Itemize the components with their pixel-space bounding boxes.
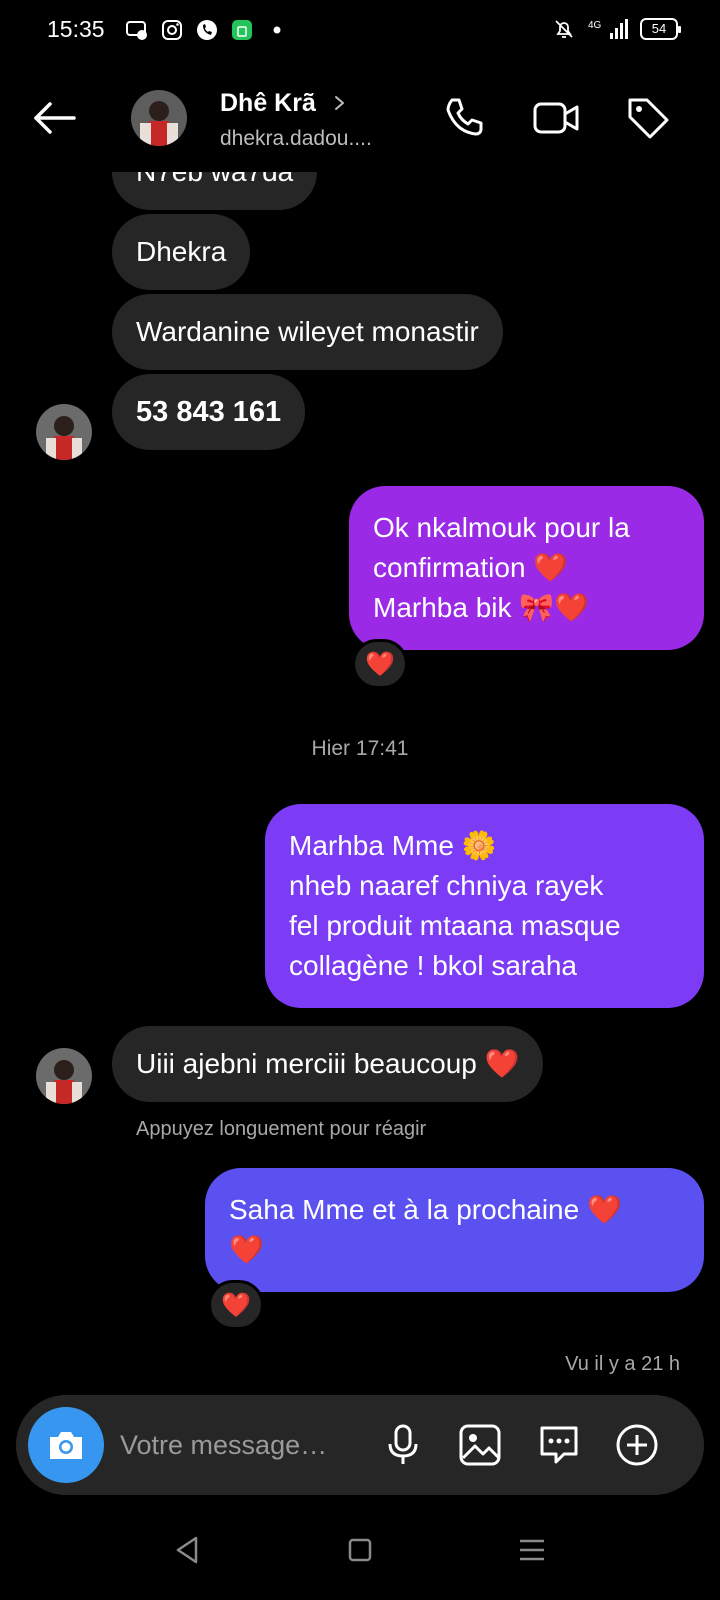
message-incoming-phone-number[interactable]: 53 843 161 xyxy=(112,374,306,450)
contact-name[interactable]: Dhê Krã xyxy=(220,89,316,118)
message-line: fel produit mtaana masque xyxy=(289,910,621,941)
message-input[interactable] xyxy=(120,1425,370,1465)
contact-avatar-small[interactable] xyxy=(36,404,92,460)
heart-reaction-icon: ❤️ xyxy=(365,650,395,678)
message-line: ❤️ xyxy=(229,1234,264,1265)
arrow-left-icon[interactable] xyxy=(30,94,78,142)
message-line: Ok nkalmouk pour la xyxy=(373,512,630,543)
heart-reaction[interactable]: ❤️ xyxy=(352,639,408,689)
heart-reaction-icon: ❤️ xyxy=(221,1291,251,1319)
nav-home-icon[interactable] xyxy=(342,1532,378,1568)
message-outgoing[interactable]: Marhba Mme 🌼 nheb naaref chniya rayek fe… xyxy=(265,804,704,1008)
message-outgoing[interactable]: Saha Mme et à la prochaine ❤️ ❤️ xyxy=(205,1168,704,1292)
video-camera-icon[interactable] xyxy=(532,94,580,142)
message-line: nheb naaref chniya rayek xyxy=(289,870,604,901)
message-incoming[interactable]: Wardanine wileyet monastir xyxy=(112,294,503,370)
image-icon[interactable] xyxy=(457,1422,503,1468)
camera-icon xyxy=(50,1432,82,1459)
nav-back-icon[interactable] xyxy=(170,1532,206,1568)
heart-reaction[interactable]: ❤️ xyxy=(208,1280,264,1330)
reaction-hint: Appuyez longuement pour réagir xyxy=(136,1118,427,1140)
message-thread[interactable]: N7eb wa7da Dhekra Wardanine wileyet mona… xyxy=(0,0,720,1390)
message-line: Saha Mme et à la prochaine ❤️ xyxy=(229,1194,622,1225)
message-outgoing[interactable]: Ok nkalmouk pour la confirmation ❤️ Marh… xyxy=(349,486,704,650)
nav-recents-icon[interactable] xyxy=(514,1532,550,1568)
chevron-right-icon[interactable] xyxy=(332,91,348,115)
contact-avatar[interactable] xyxy=(131,90,187,146)
message-line: collagène ! bkol saraha xyxy=(289,950,577,981)
camera-button[interactable] xyxy=(28,1407,104,1483)
chat-header: Dhê Krã dhekra.dadou.... xyxy=(0,64,720,172)
phone-icon[interactable] xyxy=(440,94,488,142)
message-line: Marhba bik 🎀❤️ xyxy=(373,592,590,623)
tag-icon[interactable] xyxy=(624,94,672,142)
plus-circle-icon[interactable] xyxy=(614,1422,660,1468)
chat-bubble-icon[interactable] xyxy=(536,1422,582,1468)
message-incoming[interactable]: Dhekra xyxy=(112,214,251,290)
date-separator: Hier 17:41 xyxy=(311,737,409,760)
message-incoming[interactable]: Uiii ajebni merciii beaucoup ❤️ xyxy=(112,1026,544,1102)
microphone-icon[interactable] xyxy=(380,1422,426,1468)
system-navigation-bar xyxy=(0,1500,720,1600)
contact-avatar-small[interactable] xyxy=(36,1048,92,1104)
message-line: confirmation ❤️ xyxy=(373,552,569,583)
message-line: Marhba Mme 🌼 xyxy=(289,830,497,861)
message-composer xyxy=(16,1395,704,1495)
seen-status: Vu il y a 21 h xyxy=(565,1353,680,1375)
contact-username[interactable]: dhekra.dadou.... xyxy=(220,127,372,151)
